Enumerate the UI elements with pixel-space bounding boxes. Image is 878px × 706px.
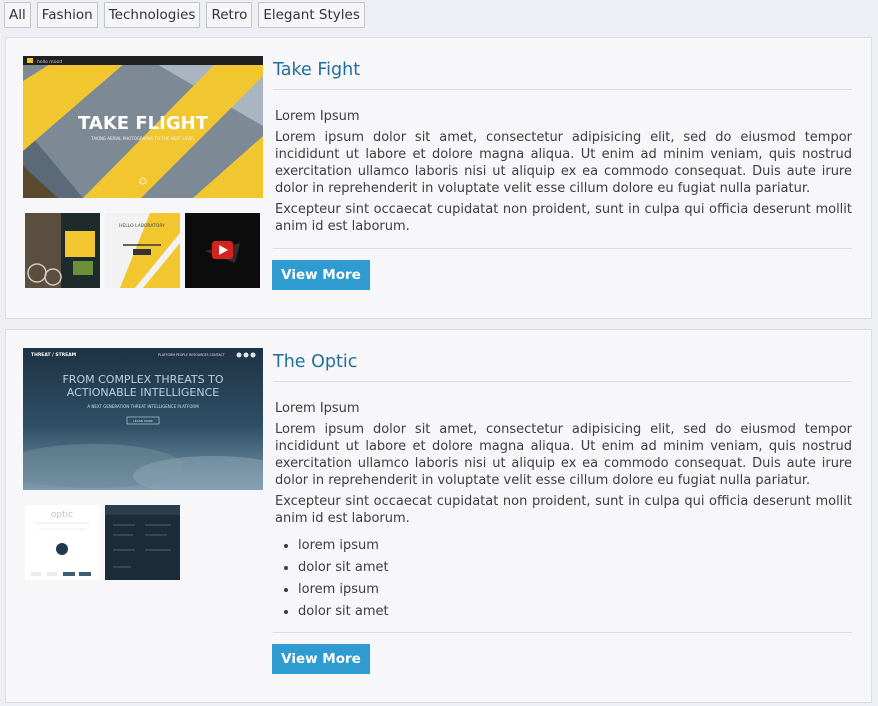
project-title[interactable]: The Optic	[273, 352, 357, 372]
take-flight-thumb-bikes[interactable]	[25, 213, 100, 288]
optic-thumb-dark[interactable]	[105, 505, 180, 580]
description-paragraph: Excepteur sint occaecat cupidatat non pr…	[275, 494, 852, 526]
portfolio-card-the-optic: THREAT / STREAM PLATFORM PEOPLE RESOURCE…	[5, 329, 872, 703]
filter-retro-button[interactable]: Retro	[206, 2, 253, 28]
take-flight-main-image[interactable]: hello mood TAKE FLIGHT TAKING AERIAL PHO…	[23, 56, 263, 198]
list-item: dolor sit amet	[298, 557, 852, 579]
filter-fashion-button[interactable]: Fashion	[36, 2, 98, 28]
project-title[interactable]: Take Fight	[273, 60, 360, 80]
take-flight-thumb-drone[interactable]: HELLO LABORATORY	[105, 213, 180, 288]
optic-main-image[interactable]: THREAT / STREAM PLATFORM PEOPLE RESOURCE…	[23, 348, 263, 490]
optic-brand-text: THREAT / STREAM	[31, 352, 77, 358]
description-subhead: Lorem Ipsum	[275, 401, 360, 416]
filter-elegant-styles-button[interactable]: Elegant Styles	[258, 2, 365, 28]
flight-headline-text: TAKE FLIGHT	[78, 113, 209, 134]
project-description: Lorem Ipsum Lorem ipsum dolor sit amet, …	[275, 400, 852, 623]
description-paragraph: Lorem ipsum dolor sit amet, consectetur …	[275, 422, 852, 488]
optic-thumb-label: optic	[51, 510, 73, 520]
flight-brand-text: hello mood	[37, 59, 62, 65]
description-paragraph: Lorem ipsum dolor sit amet, consectetur …	[275, 130, 852, 196]
optic-cta: LEARN MORE	[133, 419, 153, 423]
card-divider	[273, 632, 852, 633]
view-more-button[interactable]: View More	[272, 260, 370, 290]
filter-all-button[interactable]: All	[4, 2, 31, 28]
optic-tagline: A NEXT GENERATION THREAT INTELLIGENCE PL…	[87, 404, 199, 409]
optic-headline-2: ACTIONABLE INTELLIGENCE	[67, 386, 220, 399]
view-more-button[interactable]: View More	[272, 644, 370, 674]
optic-thumb-landing[interactable]: optic	[25, 505, 100, 580]
list-item: lorem ipsum	[298, 535, 852, 557]
portfolio-card-take-fight: hello mood TAKE FLIGHT TAKING AERIAL PHO…	[5, 37, 872, 319]
card-divider	[273, 248, 852, 249]
flight-tagline-text: TAKING AERIAL PHOTOGRAPHY TO THE NEXT LE…	[90, 136, 195, 141]
description-paragraph: Excepteur sint occaecat cupidatat non pr…	[275, 202, 852, 234]
title-divider	[273, 381, 852, 382]
optic-nav-text: PLATFORM PEOPLE RESOURCES CONTACT	[158, 353, 225, 357]
description-subhead: Lorem Ipsum	[275, 109, 360, 124]
list-item: dolor sit amet	[298, 601, 852, 623]
project-description: Lorem Ipsum Lorem ipsum dolor sit amet, …	[275, 108, 852, 239]
take-flight-thumb-video[interactable]	[185, 213, 260, 288]
list-item: lorem ipsum	[298, 579, 852, 601]
category-filter-bar: All Fashion Technologies Retro Elegant S…	[4, 2, 365, 28]
optic-headline-1: FROM COMPLEX THREATS TO	[62, 373, 223, 386]
feature-list: lorem ipsum dolor sit amet lorem ipsum d…	[298, 535, 852, 623]
title-divider	[273, 89, 852, 90]
filter-technologies-button[interactable]: Technologies	[103, 2, 201, 28]
drone-thumb-label: HELLO LABORATORY	[119, 223, 165, 229]
